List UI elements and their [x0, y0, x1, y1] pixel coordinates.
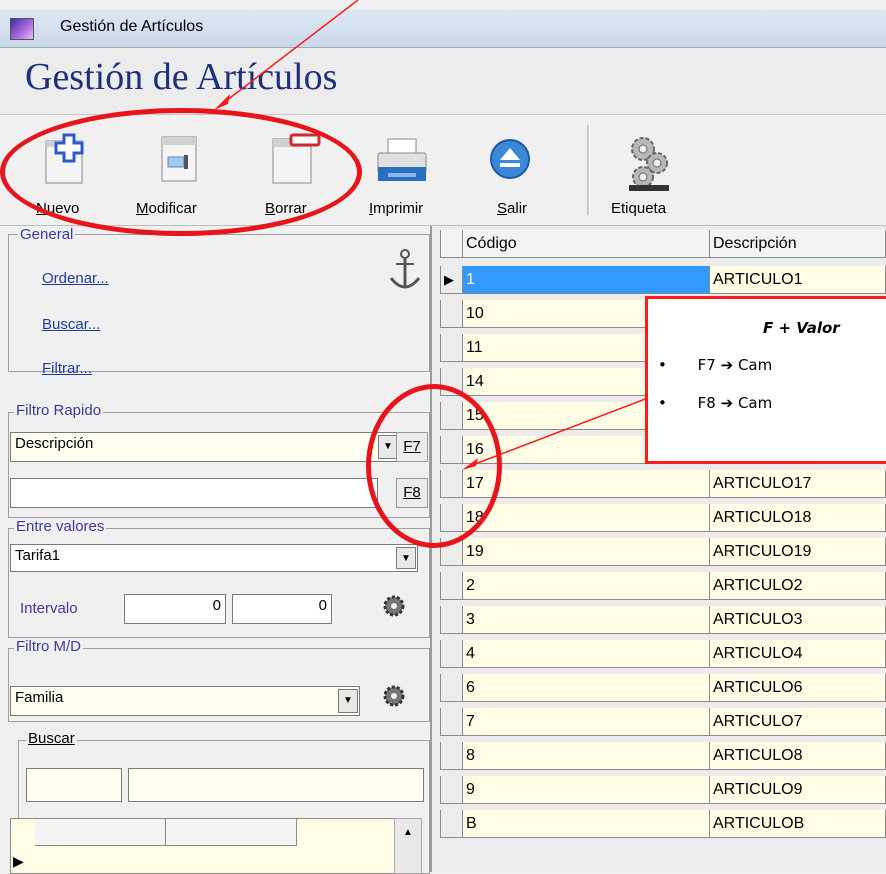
annotation-arrows	[214, 0, 649, 470]
